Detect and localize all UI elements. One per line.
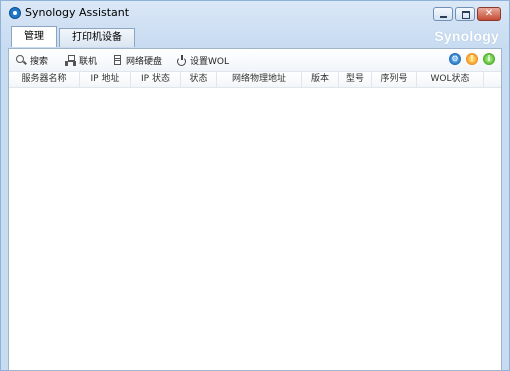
main-panel: 搜索 联机 网络硬盘 设置WOL ⚙ ! i 服务器名称 IP 地址 IP 状态… (8, 48, 502, 371)
close-button[interactable] (477, 7, 501, 21)
settings-icon[interactable]: ⚙ (449, 53, 461, 65)
column-serial-number[interactable]: 序列号 (372, 72, 417, 88)
maximize-button[interactable] (455, 7, 475, 21)
app-window: Synology Assistant 管理 打印机设备 Synology 搜索 … (0, 0, 510, 371)
column-ip-status[interactable]: IP 状态 (131, 72, 181, 88)
table-header: 服务器名称 IP 地址 IP 状态 状态 网络物理地址 版本 型号 序列号 WO… (9, 71, 501, 88)
minimize-button[interactable] (433, 7, 453, 21)
wol-label: 设置WOL (190, 56, 229, 67)
search-icon (16, 54, 27, 66)
title-bar[interactable]: Synology Assistant (1, 1, 509, 25)
toolbar: 搜索 联机 网络硬盘 设置WOL ⚙ ! i (9, 49, 501, 71)
info-icon[interactable]: i (483, 53, 495, 65)
wol-button[interactable]: 设置WOL (176, 53, 229, 67)
power-icon (176, 54, 187, 66)
synology-logo: Synology (434, 28, 499, 44)
warning-icon[interactable]: ! (466, 53, 478, 65)
search-button[interactable]: 搜索 (16, 53, 48, 67)
connect-button[interactable]: 联机 (65, 53, 97, 67)
column-status[interactable]: 状态 (181, 72, 217, 88)
status-icons: ⚙ ! i (449, 53, 495, 65)
network-icon (65, 54, 76, 66)
search-label: 搜索 (30, 56, 49, 67)
network-drive-button[interactable]: 网络硬盘 (112, 53, 162, 67)
connect-label: 联机 (79, 56, 98, 67)
column-mac-address[interactable]: 网络物理地址 (217, 72, 302, 88)
column-ip-address[interactable]: IP 地址 (80, 72, 131, 88)
tab-bar: 管理 打印机设备 (11, 26, 137, 48)
table-body (9, 88, 501, 370)
network-drive-label: 网络硬盘 (126, 56, 163, 67)
drive-icon (112, 54, 123, 66)
column-version[interactable]: 版本 (302, 72, 339, 88)
synology-app-icon (9, 7, 21, 19)
column-server-name[interactable]: 服务器名称 (9, 72, 80, 88)
column-wol-status[interactable]: WOL状态 (417, 72, 484, 88)
window-title: Synology Assistant (25, 6, 130, 19)
window-controls (433, 7, 501, 21)
tab-manage[interactable]: 管理 (11, 26, 57, 47)
column-model[interactable]: 型号 (339, 72, 372, 88)
tab-printer-devices[interactable]: 打印机设备 (59, 28, 135, 47)
